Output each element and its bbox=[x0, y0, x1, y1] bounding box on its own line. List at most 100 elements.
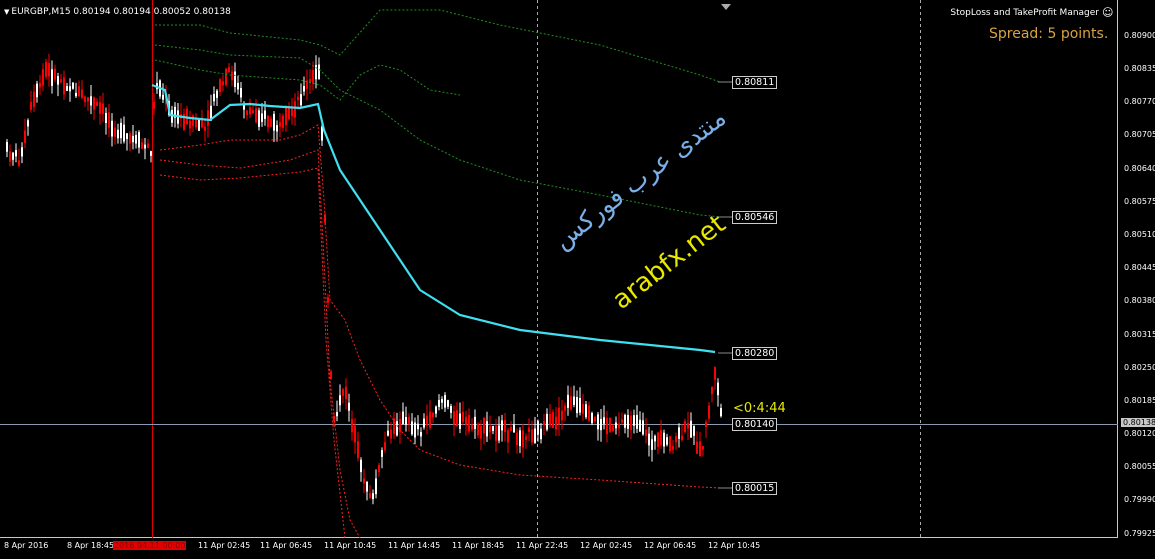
candle bbox=[441, 396, 443, 410]
candle bbox=[153, 93, 155, 115]
candle bbox=[456, 402, 458, 427]
candle bbox=[474, 409, 476, 439]
candle bbox=[384, 431, 386, 453]
candle bbox=[231, 65, 233, 87]
candle bbox=[282, 113, 284, 132]
candle bbox=[585, 400, 587, 420]
candle bbox=[39, 74, 41, 96]
candle bbox=[672, 439, 674, 454]
candle bbox=[540, 423, 542, 444]
candle bbox=[342, 387, 344, 404]
price-tick: 0.80900 bbox=[1124, 31, 1155, 40]
candle bbox=[705, 419, 707, 439]
time-tick: 11 Apr 22:45 bbox=[516, 541, 569, 550]
candle bbox=[666, 433, 668, 447]
price-tick: 0.80510 bbox=[1124, 230, 1155, 239]
moving-average-line bbox=[151, 83, 716, 354]
candle bbox=[273, 110, 275, 142]
candle bbox=[279, 113, 281, 137]
candle bbox=[564, 402, 566, 422]
time-tick: 11 Apr 02:45 bbox=[198, 541, 251, 550]
candle bbox=[645, 417, 647, 444]
candle bbox=[678, 423, 680, 448]
candle bbox=[63, 70, 65, 101]
candle bbox=[270, 115, 272, 127]
candle bbox=[417, 415, 419, 436]
price-level-label[interactable]: 0.80140 bbox=[732, 418, 778, 431]
take-profit-level-label[interactable]: 0.80546 bbox=[732, 211, 778, 224]
candle bbox=[261, 103, 263, 127]
candle bbox=[669, 435, 671, 454]
time-tick: 11 Apr 06:45 bbox=[260, 541, 313, 550]
price-tick: 0.79990 bbox=[1124, 495, 1155, 504]
candle bbox=[255, 99, 257, 124]
candle bbox=[720, 403, 722, 418]
price-tick: 0.80770 bbox=[1124, 97, 1155, 106]
candle bbox=[699, 432, 701, 457]
candle bbox=[612, 423, 614, 433]
candle bbox=[75, 82, 77, 98]
candle bbox=[315, 55, 317, 89]
take-profit-level-label[interactable]: 0.80811 bbox=[732, 76, 778, 89]
time-tick: 12 Apr 10:45 bbox=[708, 541, 761, 550]
candle bbox=[504, 413, 506, 442]
triangle-marker-icon[interactable] bbox=[721, 4, 731, 10]
candle bbox=[144, 137, 146, 160]
candle bbox=[216, 88, 218, 107]
smiley-icon[interactable]: ☺ bbox=[1102, 6, 1113, 19]
candle bbox=[576, 390, 578, 418]
symbol-info-text: EURGBP,M15 0.80194 0.80194 0.80052 0.801… bbox=[11, 7, 231, 17]
candle bbox=[318, 57, 320, 80]
candle bbox=[390, 421, 392, 444]
candle bbox=[603, 405, 605, 430]
candle bbox=[447, 399, 449, 410]
candle bbox=[45, 58, 47, 80]
candle bbox=[507, 427, 509, 454]
candle bbox=[300, 83, 302, 109]
candle bbox=[336, 400, 338, 422]
moving-average-level-label[interactable]: 0.80280 bbox=[732, 347, 778, 360]
candle bbox=[444, 392, 446, 413]
candle bbox=[675, 432, 677, 450]
candle bbox=[183, 108, 185, 131]
candle bbox=[468, 408, 470, 435]
candle bbox=[225, 67, 227, 87]
candle bbox=[618, 412, 620, 437]
candle bbox=[27, 118, 29, 136]
time-tick: 8 Apr 2016 bbox=[4, 541, 49, 550]
candles-group bbox=[6, 53, 722, 505]
candle bbox=[246, 109, 248, 120]
triangle-down-icon[interactable]: ▼ bbox=[4, 8, 9, 16]
candle bbox=[423, 413, 425, 430]
candle bbox=[435, 405, 437, 418]
candle bbox=[240, 82, 242, 103]
candle bbox=[99, 95, 101, 125]
time-tick: 11 Apr 18:45 bbox=[452, 541, 505, 550]
price-tick: 0.80185 bbox=[1124, 396, 1155, 405]
candle bbox=[687, 411, 689, 441]
time-tick: 11 Apr 14:45 bbox=[388, 541, 441, 550]
price-tick: 0.80640 bbox=[1124, 164, 1155, 173]
candle bbox=[81, 80, 83, 100]
candle bbox=[459, 402, 461, 434]
time-tick: 11 Apr 10:45 bbox=[324, 541, 377, 550]
stop-loss-level-label[interactable]: 0.80015 bbox=[732, 482, 778, 495]
upper-band-line bbox=[155, 9, 721, 83]
candle bbox=[186, 105, 188, 125]
candle bbox=[345, 378, 347, 410]
time-tick: 8 Apr 18:45 bbox=[67, 541, 115, 550]
lower-band-line bbox=[159, 149, 361, 539]
candle bbox=[291, 97, 293, 125]
candle bbox=[129, 131, 131, 152]
candle bbox=[210, 94, 212, 121]
candle bbox=[654, 434, 656, 450]
price-chart[interactable] bbox=[0, 0, 1155, 559]
candle bbox=[42, 63, 44, 91]
candle bbox=[621, 412, 623, 425]
candle bbox=[465, 410, 467, 436]
candle bbox=[150, 150, 152, 163]
candle bbox=[579, 387, 581, 416]
candle bbox=[363, 468, 365, 494]
candle bbox=[369, 485, 371, 499]
candle bbox=[213, 86, 215, 106]
